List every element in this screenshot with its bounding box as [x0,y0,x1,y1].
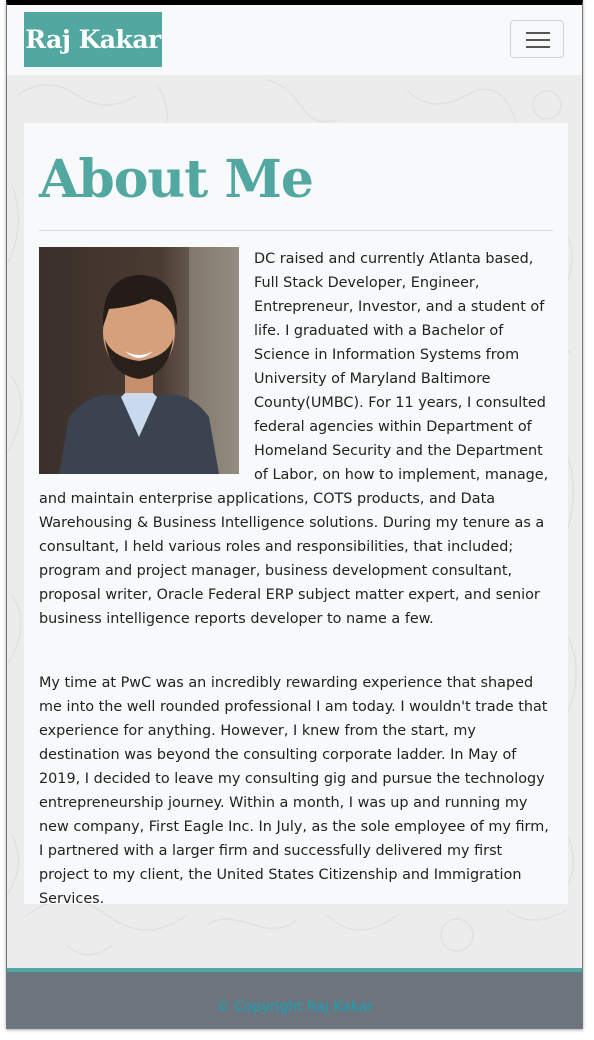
page-title: About Me [39,149,314,210]
about-me-card: About Me DC raised and currently Atlanta… [24,123,568,907]
navbar-toggle-button[interactable] [510,20,564,58]
footer: © Copyright Raj Kakar [7,972,582,1028]
profile-photo [39,247,239,474]
navbar: Raj Kakar [7,5,582,75]
page-background: About Me DC raised and currently Atlanta… [7,75,582,968]
browser-viewport: Raj Kakar About Me DC raised and current… [6,0,583,1029]
about-paragraph-2: My time at PwC was an incredibly rewardi… [39,675,549,907]
title-divider [39,230,553,231]
about-content: DC raised and currently Atlanta based, F… [39,247,553,911]
copyright-text: © Copyright Raj Kakar [215,999,374,1015]
brand-logo[interactable]: Raj Kakar [24,12,162,67]
